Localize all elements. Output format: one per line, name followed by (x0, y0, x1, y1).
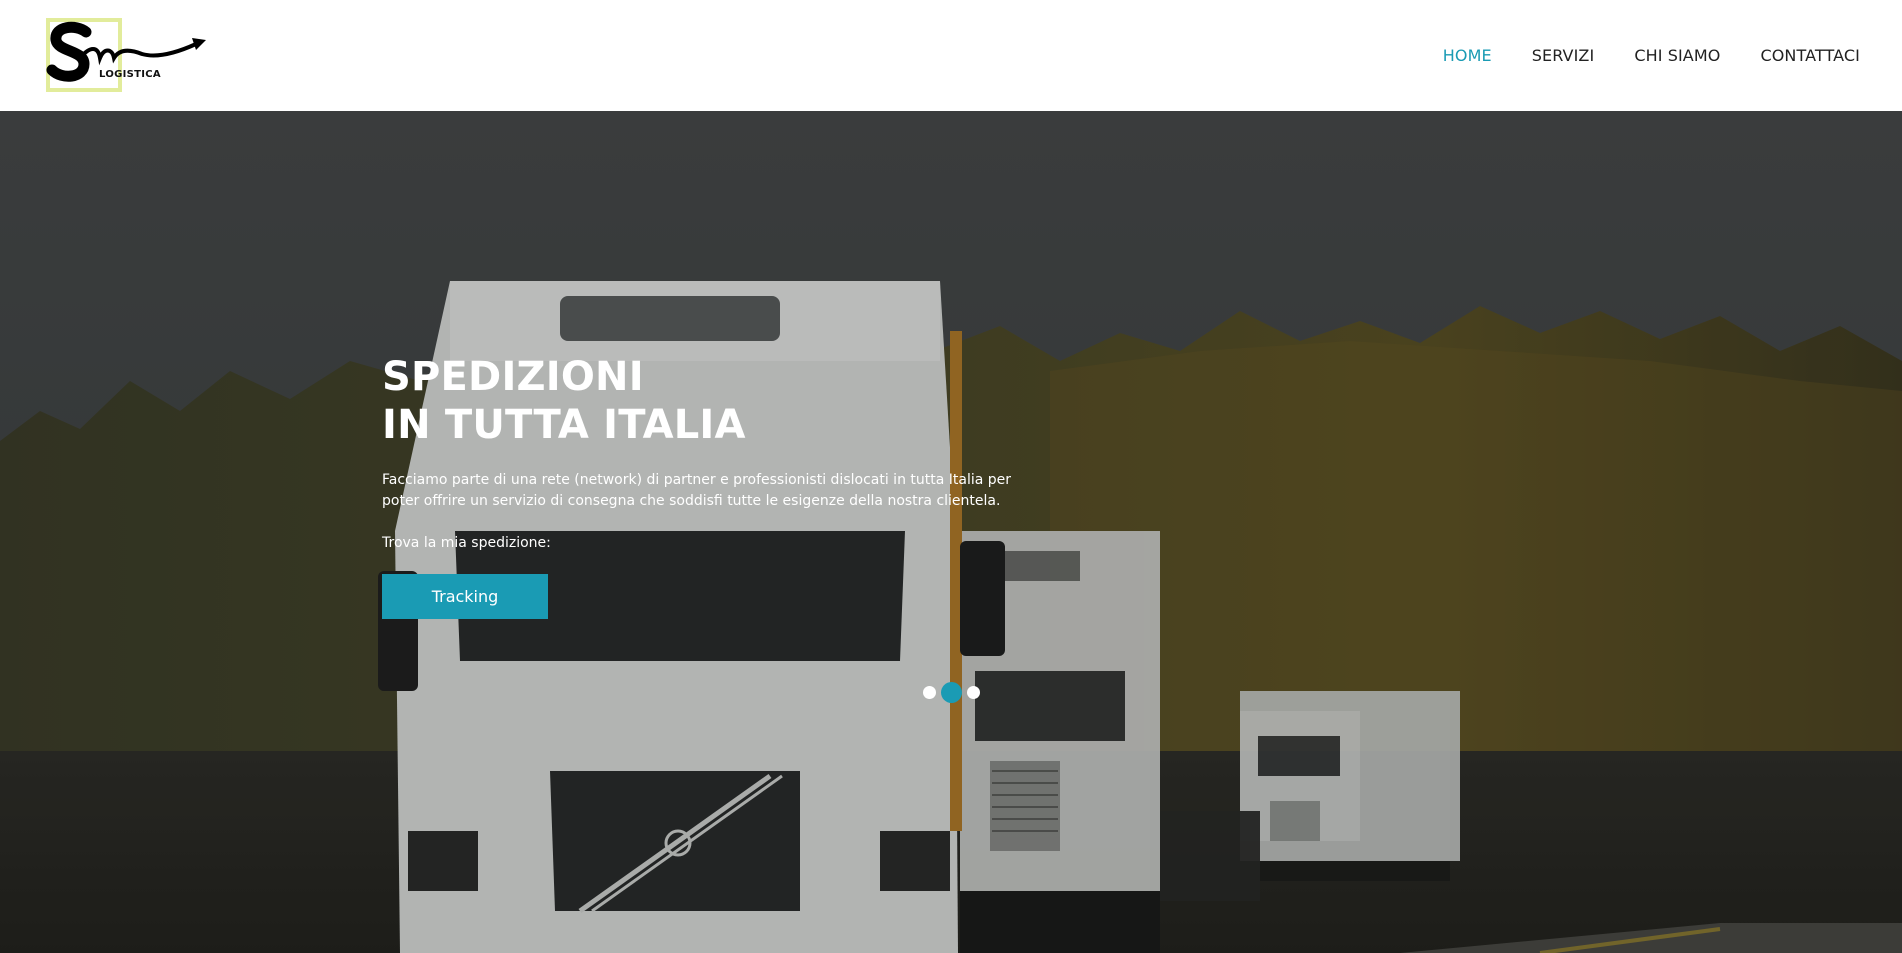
slider-dot-3[interactable] (967, 686, 980, 699)
hero-title-line1: SPEDIZIONI (382, 354, 644, 400)
slider-pagination (923, 682, 980, 703)
tracking-button[interactable]: Tracking (382, 574, 548, 619)
nav-servizi[interactable]: SERVIZI (1532, 46, 1595, 65)
nav-chi-siamo[interactable]: CHI SIAMO (1634, 46, 1720, 65)
brand-logo[interactable]: LOGISTICA (46, 18, 208, 92)
hero-description: Facciamo parte di una rete (network) di … (382, 472, 1012, 509)
hero-slider: SPEDIZIONI IN TUTTA ITALIA Facciamo part… (0, 111, 1902, 953)
hero-title-line2: IN TUTTA ITALIA (382, 402, 746, 448)
sm-swoosh-logo-icon (46, 18, 206, 92)
find-shipment-label: Trova la mia spedizione: (382, 535, 551, 551)
nav-contattaci[interactable]: CONTATTACI (1760, 46, 1860, 65)
logo-text: LOGISTICA (99, 69, 161, 80)
slider-dot-2[interactable] (941, 682, 962, 703)
site-header: LOGISTICA HOME SERVIZI CHI SIAMO CONTATT… (0, 0, 1902, 111)
nav-home[interactable]: HOME (1443, 46, 1492, 65)
hero-title: SPEDIZIONI IN TUTTA ITALIA (382, 353, 1042, 449)
main-nav: HOME SERVIZI CHI SIAMO CONTATTACI (1443, 0, 1860, 111)
slider-dot-1[interactable] (923, 686, 936, 699)
hero-content: SPEDIZIONI IN TUTTA ITALIA Facciamo part… (382, 353, 1042, 619)
